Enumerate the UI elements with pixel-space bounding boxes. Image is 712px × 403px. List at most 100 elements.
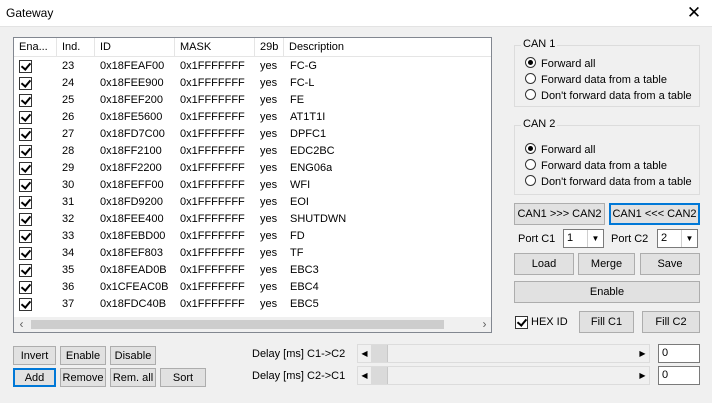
row-enabled-checkbox[interactable]	[19, 162, 32, 175]
delay-c1c2-label: Delay [ms] C1->C2	[252, 348, 346, 360]
port-c1-select[interactable]: 1 ▼	[563, 229, 604, 248]
fill-c1-button[interactable]: Fill C1	[579, 311, 634, 333]
col-id[interactable]: ID	[95, 38, 175, 57]
chevron-down-icon[interactable]: ▼	[587, 230, 603, 247]
row-enabled-checkbox[interactable]	[19, 230, 32, 243]
remove-all-button[interactable]: Rem. all	[110, 368, 156, 387]
delay-c1c2-input[interactable]: 0	[658, 344, 700, 363]
save-button[interactable]: Save	[640, 253, 700, 275]
col-29b[interactable]: 29b	[255, 38, 284, 57]
invert-button[interactable]: Invert	[13, 346, 56, 365]
table-row[interactable]: 25 0x18FEF200 0x1FFFFFFF yes FE	[14, 92, 491, 109]
enable-rows-button[interactable]: Enable	[60, 346, 106, 365]
title-bar: Gateway ✕	[0, 0, 712, 27]
table-row[interactable]: 28 0x18FF2100 0x1FFFFFFF yes EDC2BC	[14, 143, 491, 160]
table-row[interactable]: 30 0x18FEFF00 0x1FFFFFFF yes WFI	[14, 177, 491, 194]
can2-label: CAN 2	[521, 118, 558, 130]
row-b29: yes	[260, 179, 278, 191]
sort-button[interactable]: Sort	[160, 368, 206, 387]
table-row[interactable]: 34 0x18FEF803 0x1FFFFFFF yes TF	[14, 245, 491, 262]
radio-icon[interactable]	[525, 73, 536, 84]
close-icon[interactable]: ✕	[684, 3, 704, 23]
can1-forward-all[interactable]: Forward all	[525, 56, 595, 72]
row-enabled-checkbox[interactable]	[19, 60, 32, 73]
row-id: 0x18FD9200	[100, 196, 163, 208]
can1-dont-forward-table[interactable]: Don't forward data from a table	[525, 88, 692, 104]
radio-icon[interactable]	[525, 89, 536, 100]
table-row[interactable]: 35 0x18FEAD0B 0x1FFFFFFF yes EBC3	[14, 262, 491, 279]
row-enabled-checkbox[interactable]	[19, 281, 32, 294]
list-header: Ena... Ind. ID MASK 29b Description	[14, 38, 491, 57]
chevron-down-icon[interactable]: ▼	[681, 230, 697, 247]
add-button[interactable]: Add	[13, 368, 56, 387]
row-id: 0x18FDC40B	[100, 298, 167, 310]
table-row[interactable]: 33 0x18FEBD00 0x1FFFFFFF yes FD	[14, 228, 491, 245]
row-desc: EBC5	[290, 298, 319, 310]
arrow-left-icon[interactable]: ◀	[358, 367, 371, 384]
row-id: 0x18FEE400	[100, 213, 164, 225]
arrow-left-icon[interactable]: ◀	[358, 345, 371, 362]
can1-to-can2-button[interactable]: CAN1 >>> CAN2	[514, 203, 605, 225]
row-desc: DPFC1	[290, 128, 327, 140]
row-id: 0x18FEE900	[100, 77, 164, 89]
row-ind: 31	[62, 196, 75, 208]
table-row[interactable]: 29 0x18FF2200 0x1FFFFFFF yes ENG06a	[14, 160, 491, 177]
col-enabled[interactable]: Ena...	[14, 38, 57, 57]
table-row[interactable]: 32 0x18FEE400 0x1FFFFFFF yes SHUTDWN	[14, 211, 491, 228]
slider-thumb[interactable]	[371, 345, 388, 362]
port-c2-select[interactable]: 2 ▼	[657, 229, 698, 248]
radio-selected-icon[interactable]	[525, 143, 536, 154]
row-mask: 0x1FFFFFFF	[180, 128, 245, 140]
row-enabled-checkbox[interactable]	[19, 179, 32, 192]
slider-thumb[interactable]	[371, 367, 388, 384]
table-row[interactable]: 36 0x1CFEAC0B 0x1FFFFFFF yes EBC4	[14, 279, 491, 296]
radio-selected-icon[interactable]	[525, 57, 536, 68]
can2-forward-table[interactable]: Forward data from a table	[525, 158, 667, 174]
row-enabled-checkbox[interactable]	[19, 298, 32, 311]
window-title: Gateway	[6, 6, 54, 20]
horizontal-scroll-thumb[interactable]	[31, 320, 444, 329]
can1-forward-table[interactable]: Forward data from a table	[525, 72, 667, 88]
row-enabled-checkbox[interactable]	[19, 196, 32, 209]
delay-c2c1-slider[interactable]: ◀ ▶	[357, 366, 650, 385]
hex-id-checkbox[interactable]	[515, 316, 528, 329]
arrow-right-icon[interactable]: ▶	[636, 367, 649, 384]
row-enabled-checkbox[interactable]	[19, 264, 32, 277]
merge-button[interactable]: Merge	[578, 253, 635, 275]
row-ind: 29	[62, 162, 75, 174]
fill-c2-button[interactable]: Fill C2	[642, 311, 700, 333]
col-description[interactable]: Description	[284, 38, 491, 57]
remove-button[interactable]: Remove	[60, 368, 106, 387]
row-enabled-checkbox[interactable]	[19, 213, 32, 226]
load-button[interactable]: Load	[514, 253, 574, 275]
row-enabled-checkbox[interactable]	[19, 128, 32, 141]
table-row[interactable]: 31 0x18FD9200 0x1FFFFFFF yes EOI	[14, 194, 491, 211]
col-mask[interactable]: MASK	[175, 38, 255, 57]
table-row[interactable]: 37 0x18FDC40B 0x1FFFFFFF yes EBC5	[14, 296, 491, 313]
delay-c2c1-input[interactable]: 0	[658, 366, 700, 385]
arrow-right-icon[interactable]: ▶	[636, 345, 649, 362]
row-enabled-checkbox[interactable]	[19, 145, 32, 158]
row-enabled-checkbox[interactable]	[19, 111, 32, 124]
scroll-right-icon[interactable]: ›	[477, 317, 491, 332]
radio-icon[interactable]	[525, 159, 536, 170]
row-enabled-checkbox[interactable]	[19, 77, 32, 90]
row-enabled-checkbox[interactable]	[19, 94, 32, 107]
table-row[interactable]: 23 0x18FEAF00 0x1FFFFFFF yes FC-G	[14, 58, 491, 75]
table-row[interactable]: 27 0x18FD7C00 0x1FFFFFFF yes DPFC1	[14, 126, 491, 143]
hex-id-label: HEX ID	[531, 316, 568, 328]
filter-list[interactable]: Ena... Ind. ID MASK 29b Description 23 0x…	[13, 37, 492, 333]
col-index[interactable]: Ind.	[57, 38, 95, 57]
table-row[interactable]: 24 0x18FEE900 0x1FFFFFFF yes FC-L	[14, 75, 491, 92]
row-enabled-checkbox[interactable]	[19, 247, 32, 260]
row-mask: 0x1FFFFFFF	[180, 162, 245, 174]
radio-icon[interactable]	[525, 175, 536, 186]
can2-to-can1-button[interactable]: CAN1 <<< CAN2	[609, 203, 700, 225]
enable-gateway-button[interactable]: Enable	[514, 281, 700, 303]
table-row[interactable]: 26 0x18FE5600 0x1FFFFFFF yes AT1T1I	[14, 109, 491, 126]
scroll-left-icon[interactable]: ‹	[14, 317, 29, 332]
can2-forward-all[interactable]: Forward all	[525, 142, 595, 158]
disable-rows-button[interactable]: Disable	[110, 346, 156, 365]
can2-dont-forward-table[interactable]: Don't forward data from a table	[525, 174, 692, 190]
delay-c1c2-slider[interactable]: ◀ ▶	[357, 344, 650, 363]
